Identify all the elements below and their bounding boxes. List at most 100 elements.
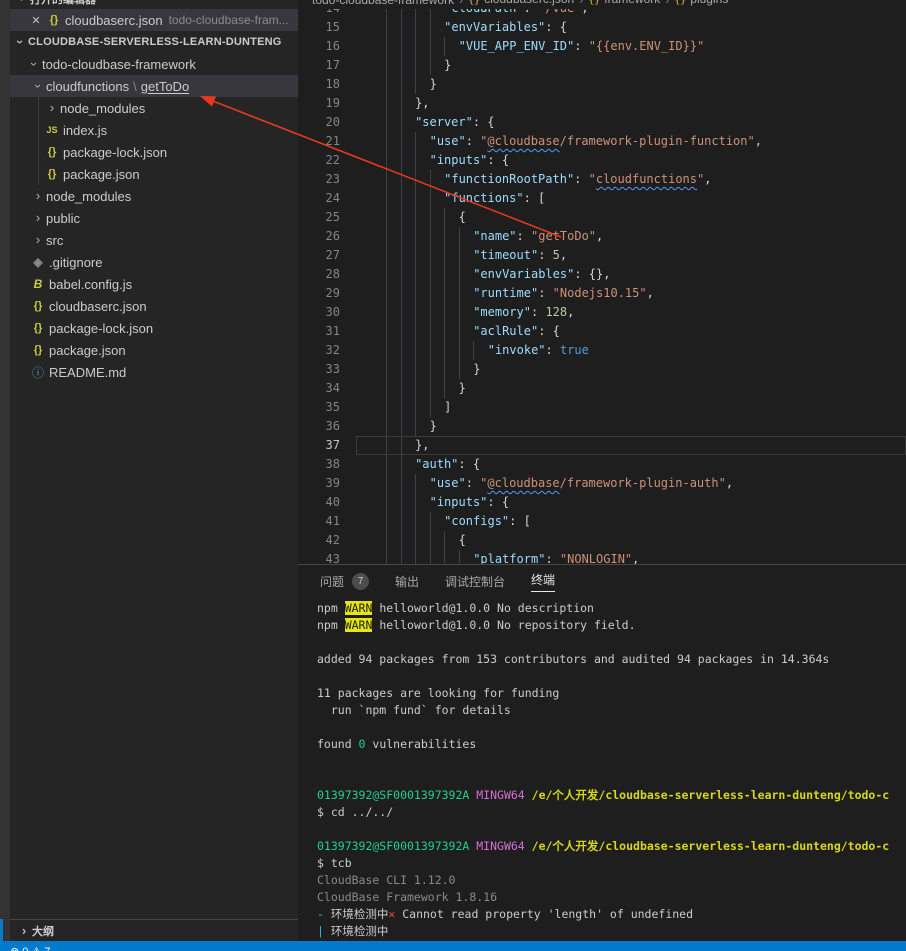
tree-item-label: package.json bbox=[63, 166, 140, 182]
code-line: 40 "inputs": { bbox=[298, 493, 906, 512]
git-file-icon: ◈ bbox=[33, 255, 43, 269]
activity-bar[interactable] bbox=[0, 0, 10, 941]
open-editor-item[interactable]: ✕ {} cloudbaserc.json todo-cloudbase-fra… bbox=[10, 9, 298, 31]
breadcrumb-item[interactable]: {}plugins bbox=[674, 0, 728, 9]
open-editor-name: cloudbaserc.json bbox=[65, 12, 163, 28]
breadcrumb-item[interactable]: todo-cloudbase-framework bbox=[312, 0, 454, 9]
gutter-padding bbox=[340, 360, 386, 379]
code-text: "invoke": true bbox=[488, 341, 589, 360]
terminal-token: vulnerabilities bbox=[365, 737, 477, 751]
line-number: 39 bbox=[325, 476, 340, 490]
json-symbol-icon: {} bbox=[588, 0, 601, 6]
panel-tab-item[interactable]: 输出 bbox=[395, 573, 419, 590]
status-bar[interactable]: ⊗ 0 ⚠ 7 bbox=[0, 941, 906, 951]
outline-label: 大纲 bbox=[32, 925, 54, 938]
chevron-down-icon: › bbox=[11, 0, 33, 7]
json-file-icon: {} bbox=[33, 322, 43, 334]
tree-item[interactable]: {} cloudbaserc.json bbox=[10, 295, 298, 317]
workspace-root-header[interactable]: › CLOUDBASE-SERVERLESS-LEARN-DUNTENG bbox=[10, 31, 298, 53]
line-number: 21 bbox=[325, 134, 340, 148]
code-text: } bbox=[430, 75, 437, 94]
code-token: } bbox=[458, 381, 466, 395]
close-icon[interactable]: ✕ bbox=[28, 14, 44, 27]
terminal-line: $ tcb bbox=[317, 855, 906, 872]
indent-guide bbox=[386, 246, 401, 265]
code-editor[interactable]: 14"cloudPath": "/vue",15"envVariables": … bbox=[298, 0, 906, 564]
line-number: 37 bbox=[325, 438, 340, 452]
tree-item[interactable]: › cloudfunctions \ getToDo bbox=[10, 75, 298, 97]
tree-item[interactable]: Bbabel.config.js bbox=[10, 273, 298, 295]
open-editors-header[interactable]: ›打开的编辑器 bbox=[10, 0, 298, 9]
indent-guide bbox=[444, 208, 459, 227]
code-line: 27 "timeout": 5, bbox=[298, 246, 906, 265]
indent-guide bbox=[386, 75, 401, 94]
code-token: "configs" bbox=[444, 514, 510, 528]
tree-item[interactable]: {} package.json bbox=[10, 163, 298, 185]
indent-guide bbox=[386, 531, 401, 550]
problems-status[interactable]: ⊗ 0 ⚠ 7 bbox=[0, 941, 906, 951]
code-token: "envVariables" bbox=[444, 20, 546, 34]
indent-guide bbox=[415, 189, 430, 208]
code-text: "aclRule": { bbox=[473, 322, 560, 341]
code-text: "inputs": { bbox=[430, 151, 509, 170]
tree-item[interactable]: › todo-cloudbase-framework bbox=[10, 53, 298, 75]
indent-guide bbox=[386, 265, 401, 284]
code-token: , bbox=[704, 172, 712, 186]
gutter-padding bbox=[340, 398, 386, 417]
indent-guide bbox=[386, 550, 401, 564]
panel-tab-item[interactable]: 问题 7 bbox=[320, 573, 370, 590]
terminal-token: helloworld@1.0.0 No repository field. bbox=[372, 618, 636, 632]
line-number: 38 bbox=[325, 457, 340, 471]
tree-item[interactable]: › src bbox=[10, 229, 298, 251]
tree-item-label: public bbox=[46, 210, 80, 226]
line-number: 19 bbox=[325, 96, 340, 110]
tree-item-label: todo-cloudbase-framework bbox=[42, 56, 196, 72]
tree-item[interactable]: ⓘ README.md bbox=[10, 361, 298, 383]
tree-item[interactable]: JS index.js bbox=[10, 119, 298, 141]
gutter-padding bbox=[340, 493, 386, 512]
breadcrumb-separator-icon: › bbox=[665, 0, 670, 7]
breadcrumb[interactable]: todo-cloudbase-framework › {}cloudbaserc.j… bbox=[298, 0, 906, 9]
terminal-token: $ tcb bbox=[317, 856, 352, 870]
bottom-panel: 问题 7 输出 调试控制台 终端 npm WARN helloworld@1.0.0 N… bbox=[298, 564, 906, 941]
terminal-output[interactable]: npm WARN helloworld@1.0.0 No description… bbox=[298, 598, 906, 940]
tree-item[interactable]: ◈ .gitignore bbox=[10, 251, 298, 273]
indent-guide bbox=[386, 132, 401, 151]
terminal-token: MINGW64 bbox=[476, 788, 532, 802]
tree-item[interactable]: › public bbox=[10, 207, 298, 229]
breadcrumb-item[interactable]: {}framework bbox=[588, 0, 660, 9]
tree-item[interactable]: {} package-lock.json bbox=[10, 317, 298, 339]
indent-guide bbox=[400, 474, 416, 493]
explorer-sidebar: ›打开的编辑器 ✕ {} cloudbaserc.json todo-cloud… bbox=[10, 0, 298, 941]
indent-guide bbox=[429, 341, 445, 360]
indent-guide bbox=[458, 246, 474, 265]
terminal-token: helloworld@1.0.0 No description bbox=[372, 601, 594, 615]
code-text: "server": { bbox=[415, 113, 494, 132]
panel-tab-item[interactable]: 调试控制台 bbox=[445, 573, 505, 590]
code-token: ] bbox=[444, 400, 452, 414]
gutter-padding bbox=[340, 303, 386, 322]
tree-item[interactable]: {} package-lock.json bbox=[10, 141, 298, 163]
code-token: } bbox=[429, 77, 437, 91]
terminal-token: $ cd ../../ bbox=[317, 805, 394, 819]
outline-section-header[interactable]: › 大纲 bbox=[10, 919, 298, 941]
breadcrumb-item[interactable]: {}cloudbaserc.json bbox=[468, 0, 574, 9]
indent-guide bbox=[386, 455, 401, 474]
terminal-token: npm bbox=[317, 601, 345, 615]
indent-guide bbox=[400, 18, 416, 37]
tree-item[interactable]: › node_modules bbox=[10, 97, 298, 119]
panel-tab-terminal-active[interactable]: 终端 bbox=[531, 571, 556, 592]
line-number: 22 bbox=[325, 153, 340, 167]
code-token: "timeout" bbox=[473, 248, 539, 262]
tree-item-label: .gitignore bbox=[49, 254, 103, 270]
code-token: "server" bbox=[415, 115, 473, 129]
terminal-token: CloudBase CLI 1.12.0 bbox=[317, 873, 456, 887]
code-line: 38 "auth": { bbox=[298, 455, 906, 474]
indent-guide bbox=[415, 303, 430, 322]
terminal-token: 01397392@SF0001397392A bbox=[317, 788, 477, 802]
tree-item[interactable]: {} package.json bbox=[10, 339, 298, 361]
code-line: 23 "functionRootPath": "cloudfunctions", bbox=[298, 170, 906, 189]
breadcrumb-item-label: framework bbox=[604, 0, 660, 6]
tree-item[interactable]: › node_modules bbox=[10, 185, 298, 207]
code-token: "Nodejs10.15" bbox=[552, 286, 647, 300]
